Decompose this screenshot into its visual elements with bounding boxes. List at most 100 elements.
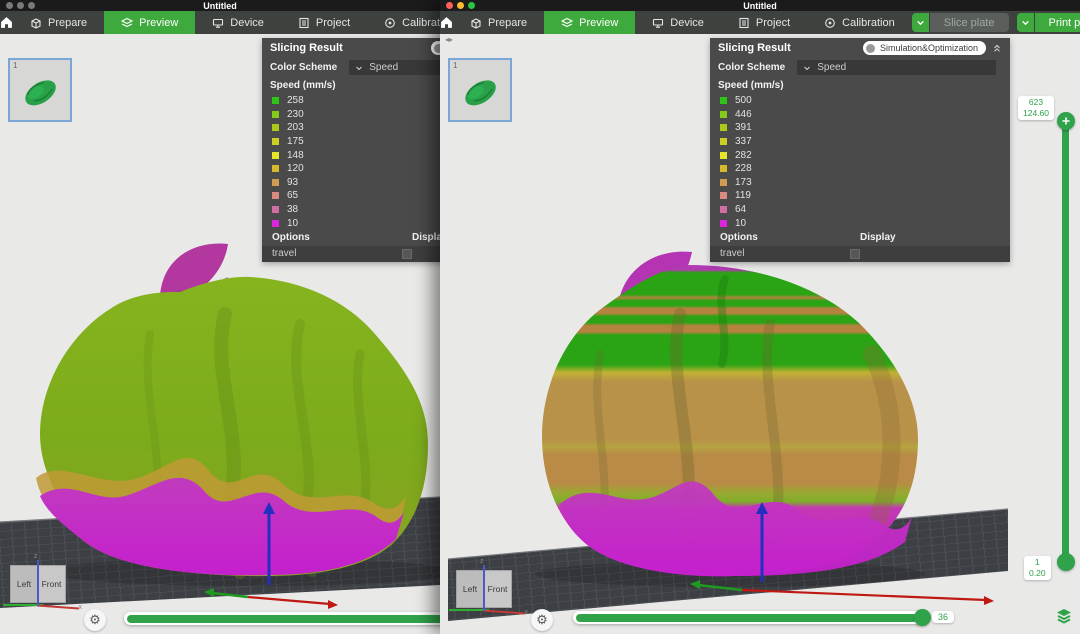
tab-prepare[interactable]: Prepare — [453, 11, 544, 34]
panel-resize-icon[interactable]: ◂▸ — [445, 35, 453, 44]
legend-item: 148 — [262, 148, 440, 162]
legend-item: 500 — [710, 94, 1010, 108]
legend-swatch — [272, 206, 279, 213]
travel-checkbox[interactable] — [402, 249, 412, 259]
view-cube-front-face[interactable]: Front — [38, 565, 66, 603]
view-cube-left-face[interactable]: Left — [456, 570, 484, 608]
close-icon[interactable] — [446, 2, 453, 9]
gear-icon: ⚙ — [536, 612, 548, 628]
legend-value: 119 — [735, 190, 751, 201]
print-plate-button[interactable]: Print plate — [1035, 13, 1080, 32]
tab-calibration[interactable]: Calibration — [367, 11, 440, 34]
legend-item: 173 — [710, 176, 1010, 190]
color-scheme-value: Speed — [369, 62, 398, 73]
plate-thumbnail[interactable]: 1 — [8, 58, 72, 122]
color-scheme-dropdown[interactable]: Speed — [349, 60, 440, 75]
view-cube-left-face[interactable]: Left — [10, 565, 38, 603]
slider-fill — [576, 614, 917, 622]
tab-device[interactable]: Device — [195, 11, 281, 34]
tab-preview[interactable]: Preview — [104, 11, 195, 34]
color-scheme-dropdown[interactable]: Speed — [797, 60, 996, 75]
slice-dropdown-button[interactable] — [912, 13, 929, 32]
tab-preview[interactable]: Preview — [544, 11, 635, 34]
tab-prepare[interactable]: Prepare — [13, 11, 104, 34]
slice-plate-button[interactable]: Slice plate — [930, 13, 1009, 32]
minimize-icon[interactable] — [457, 2, 464, 9]
legend-value: 228 — [735, 163, 752, 174]
panel-title: Slicing Result — [718, 42, 791, 54]
maximize-icon[interactable] — [468, 2, 475, 9]
view-cube[interactable]: z Left Front x — [10, 565, 68, 605]
gear-icon: ⚙ — [89, 612, 101, 628]
legend-swatch — [720, 165, 727, 172]
tab-calibration[interactable]: Calibration — [807, 11, 912, 34]
legend-swatch — [272, 97, 279, 104]
tab-label: Calibration — [402, 17, 440, 29]
tab-project[interactable]: Project — [721, 11, 807, 34]
legend-value: 203 — [287, 122, 304, 133]
layer-slider-bottom-handle[interactable] — [1057, 553, 1075, 571]
layer-top-height: 124.60 — [1023, 108, 1049, 119]
simulation-toggle[interactable]: Simulation&Optimization — [863, 41, 986, 55]
legend-swatch — [720, 111, 727, 118]
main-tabbar: Prepare Preview Device Project Calibrati… — [0, 11, 440, 34]
tab-project[interactable]: Project — [281, 11, 367, 34]
z-axis-label: z — [34, 553, 38, 560]
close-icon[interactable] — [6, 2, 13, 9]
legend-swatch — [272, 124, 279, 131]
legend-swatch — [272, 179, 279, 186]
toolpath-progress-slider[interactable] — [573, 611, 927, 624]
slider-handle[interactable] — [914, 609, 931, 626]
layer-range-slider[interactable] — [1062, 120, 1069, 562]
traffic-lights[interactable] — [6, 2, 35, 9]
view-settings-button[interactable]: ⚙ — [84, 609, 106, 631]
view-cube[interactable]: z Left Front x — [456, 570, 514, 610]
legend-item: 65 — [262, 189, 440, 203]
panel-title: Slicing Result — [270, 42, 343, 54]
legend-value: 64 — [735, 204, 746, 215]
print-dropdown-button[interactable] — [1017, 13, 1034, 32]
project-icon — [298, 17, 310, 29]
legend-value: 120 — [287, 163, 304, 174]
layer-top-number: 623 — [1023, 97, 1049, 108]
display-header: Display — [860, 232, 896, 243]
legend-value: 282 — [735, 150, 752, 161]
view-settings-button[interactable]: ⚙ — [531, 609, 553, 631]
legend-item: 228 — [710, 162, 1010, 176]
plate-number: 1 — [13, 61, 17, 70]
home-button[interactable] — [0, 11, 13, 34]
layer-slider-top-handle[interactable] — [1057, 112, 1075, 130]
legend-swatch — [720, 124, 727, 131]
legend-swatch — [720, 220, 727, 227]
tab-label: Preview — [139, 17, 178, 29]
plate-actions: Slice plate Print plate — [912, 11, 1080, 34]
plate-number: 1 — [453, 61, 457, 70]
chevron-down-icon — [1021, 18, 1030, 27]
legend-swatch — [272, 192, 279, 199]
prepare-icon — [470, 17, 482, 29]
view-cube-front-face[interactable]: Front — [484, 570, 512, 608]
viewport-left: 1 Slicing Result Simulation&Opt — [0, 34, 440, 634]
tab-device[interactable]: Device — [635, 11, 721, 34]
traffic-lights[interactable] — [446, 2, 475, 9]
titlebar: Untitled — [0, 0, 440, 11]
legend-swatch — [720, 152, 727, 159]
legend-value: 446 — [735, 109, 752, 120]
home-button[interactable] — [440, 11, 453, 34]
legend-value: 173 — [735, 177, 752, 188]
legend-swatch — [720, 138, 727, 145]
plate-thumbnail[interactable]: 1 — [448, 58, 512, 122]
tab-label: Project — [316, 17, 350, 29]
display-header: Display — [412, 232, 440, 243]
double-chevron-up-icon — [992, 43, 1002, 53]
maximize-icon[interactable] — [28, 2, 35, 9]
layers-view-button[interactable] — [1052, 604, 1076, 628]
plus-icon — [1061, 116, 1071, 126]
simulation-toggle[interactable]: Simulation&Optimization — [431, 41, 440, 55]
collapse-panel-button[interactable] — [992, 43, 1002, 53]
travel-checkbox[interactable] — [850, 249, 860, 259]
minimize-icon[interactable] — [17, 2, 24, 9]
toolpath-progress-slider[interactable] — [124, 612, 440, 625]
legend-value: 258 — [287, 95, 304, 106]
tab-label: Prepare — [48, 17, 87, 29]
